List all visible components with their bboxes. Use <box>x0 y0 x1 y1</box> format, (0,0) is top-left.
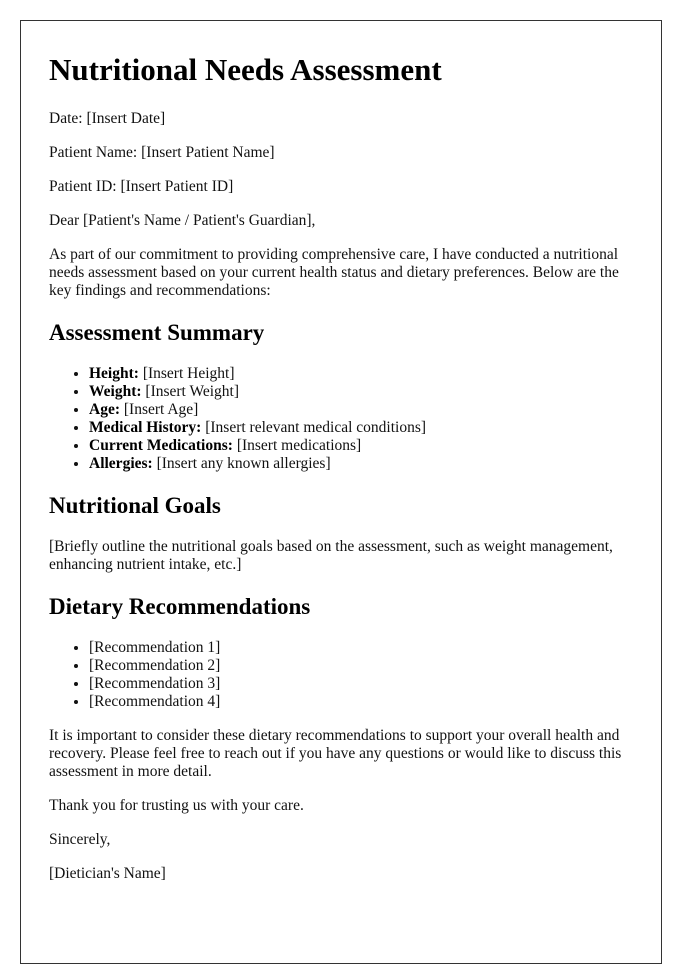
assessment-summary-list: Height: [Insert Height] Weight: [Insert … <box>49 365 633 473</box>
summary-item-medical-history: Medical History: [Insert relevant medica… <box>89 419 633 437</box>
sign-off: Sincerely, <box>49 831 111 848</box>
summary-item-height: Height: [Insert Height] <box>89 365 633 383</box>
summary-label: Age: <box>89 401 120 418</box>
assessment-summary-heading: Assessment Summary <box>49 320 265 345</box>
summary-item-allergies: Allergies: [Insert any known allergies] <box>89 455 633 473</box>
nutritional-goals-text: [Briefly outline the nutritional goals b… <box>49 538 613 573</box>
summary-item-weight: Weight: [Insert Weight] <box>89 383 633 401</box>
nutritional-goals-heading: Nutritional Goals <box>49 493 221 518</box>
recommendation-item: [Recommendation 2] <box>89 657 633 675</box>
patient-id-label: Patient ID: <box>49 178 117 195</box>
dietary-recommendations-list: [Recommendation 1] [Recommendation 2] [R… <box>49 639 633 711</box>
document-title: Nutritional Needs Assessment <box>49 52 442 87</box>
summary-value: [Insert any known allergies] <box>156 455 331 472</box>
date-label: Date: <box>49 110 83 127</box>
summary-value: [Insert Age] <box>123 401 199 418</box>
patient-id-value: [Insert Patient ID] <box>120 178 234 195</box>
patient-name-label: Patient Name: <box>49 144 138 161</box>
summary-label: Current Medications: <box>89 437 233 454</box>
letter-container: Nutritional Needs Assessment Date: [Inse… <box>20 20 662 964</box>
summary-item-medications: Current Medications: [Insert medications… <box>89 437 633 455</box>
summary-value: [Insert Height] <box>142 365 235 382</box>
thanks-line: Thank you for trusting us with your care… <box>49 797 304 814</box>
patient-name-value: [Insert Patient Name] <box>141 144 275 161</box>
dietary-recommendations-heading: Dietary Recommendations <box>49 594 311 619</box>
summary-label: Weight: <box>89 383 142 400</box>
date-value: [Insert Date] <box>86 110 166 127</box>
summary-value: [Insert Weight] <box>145 383 239 400</box>
summary-label: Height: <box>89 365 139 382</box>
intro-paragraph: As part of our commitment to providing c… <box>49 246 619 299</box>
summary-label: Allergies: <box>89 455 153 472</box>
summary-value: [Insert medications] <box>236 437 362 454</box>
closing-paragraph: It is important to consider these dietar… <box>49 727 622 780</box>
salutation: Dear [Patient's Name / Patient's Guardia… <box>49 212 316 229</box>
summary-item-age: Age: [Insert Age] <box>89 401 633 419</box>
date-field: Date: [Insert Date] <box>49 110 633 128</box>
summary-label: Medical History: <box>89 419 202 436</box>
signature: [Dietician's Name] <box>49 865 166 882</box>
recommendation-item: [Recommendation 4] <box>89 693 633 711</box>
recommendation-item: [Recommendation 3] <box>89 675 633 693</box>
recommendation-item: [Recommendation 1] <box>89 639 633 657</box>
summary-value: [Insert relevant medical conditions] <box>205 419 427 436</box>
patient-name-field: Patient Name: [Insert Patient Name] <box>49 144 633 162</box>
patient-id-field: Patient ID: [Insert Patient ID] <box>49 178 633 196</box>
